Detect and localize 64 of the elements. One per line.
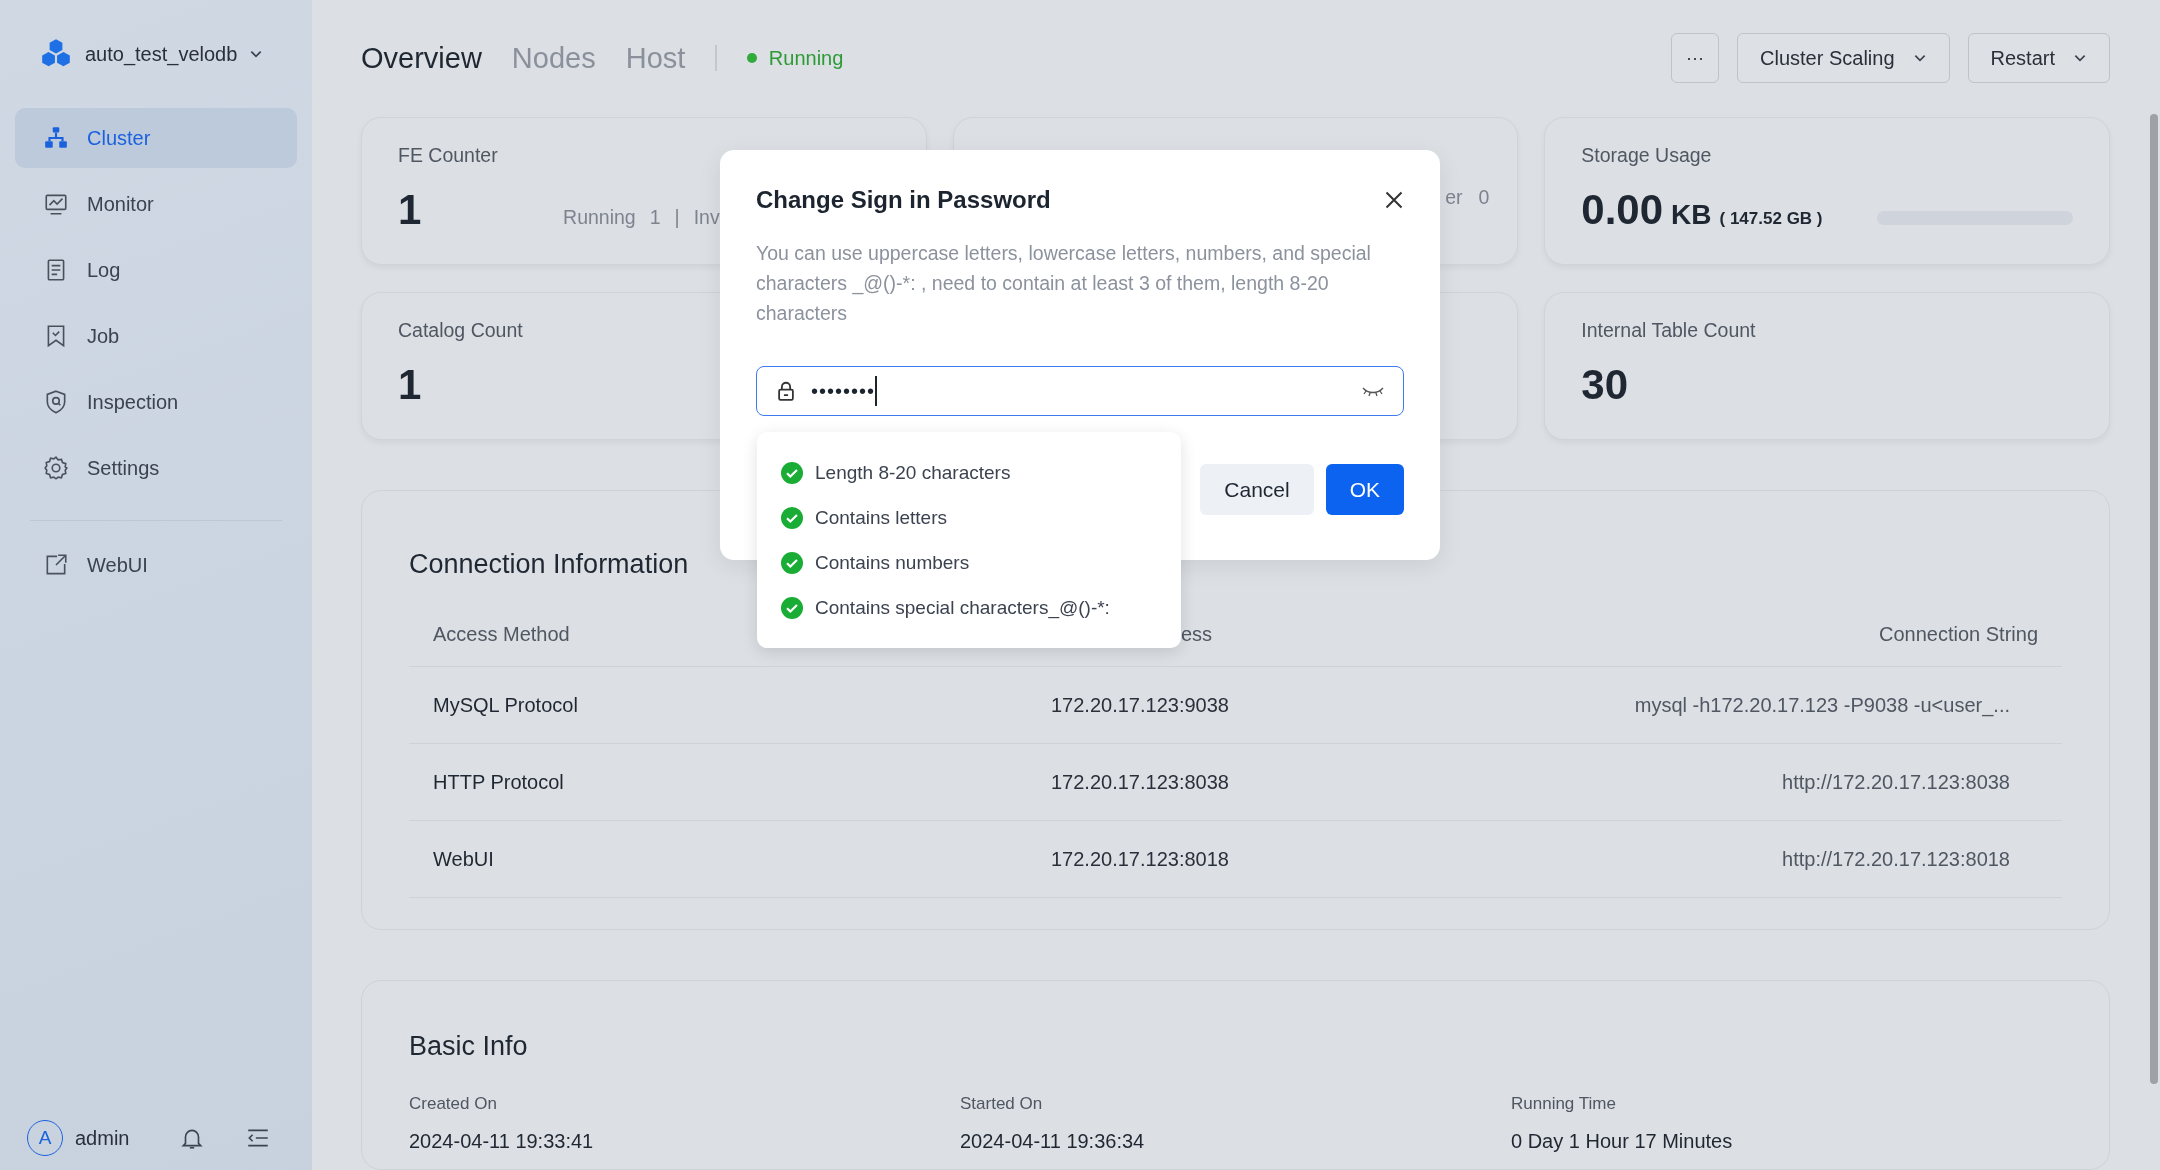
- table-cell-text: WebUI: [433, 847, 495, 871]
- close-icon[interactable]: [1384, 190, 1404, 210]
- dropdown-button[interactable]: Restart: [1967, 33, 2110, 83]
- card-value: 30: [1581, 361, 1629, 409]
- card-label: Internal Table Count: [1581, 319, 1756, 341]
- field-label: Created On: [409, 1094, 498, 1114]
- table-cell-text: mysql -h172.20.17.123 -P9038 -u<user_...: [1633, 693, 2011, 717]
- card-value: 1: [398, 361, 422, 409]
- nav-item[interactable]: Settings: [15, 438, 297, 498]
- card-label: FE Counter: [398, 144, 498, 166]
- sitemap-icon: [43, 125, 69, 151]
- table-cell-text: http://172.20.17.123:8038: [1781, 770, 2011, 794]
- cancel-button[interactable]: Cancel: [1200, 464, 1314, 515]
- scrollbar[interactable]: [2150, 114, 2158, 1084]
- dialog-title: Change Sign in Password: [756, 186, 1051, 214]
- rule-text: Contains special characters_@()-*:: [815, 596, 1110, 619]
- rule-text: Contains numbers: [815, 551, 970, 574]
- column-header: Access Method: [433, 622, 571, 646]
- table-cell-text: 172.20.17.123:8018: [1051, 847, 1230, 871]
- nav-item[interactable]: Log: [15, 240, 297, 300]
- gear-icon: [43, 455, 69, 481]
- dialog-description: You can use uppercase letters, lowercase letters, numbers, and special characters _@()-*: , need to contain at least 3 of them, length 8-20 characters: [756, 241, 1372, 326]
- field-value: 2024-04-11 19:33:41: [409, 1130, 595, 1153]
- nav-item[interactable]: Inspection: [15, 372, 297, 432]
- section-title: Basic Info: [409, 1031, 528, 1062]
- status-label: 0: [1478, 186, 1490, 209]
- card-value: 0.00: [1581, 186, 1664, 234]
- cluster-name[interactable]: auto_test_velodb: [85, 42, 238, 66]
- section-title: Connection Information: [409, 549, 689, 580]
- total-label: ( 147.52 GB ): [1719, 209, 1823, 229]
- field-label: Running Time: [1511, 1094, 1617, 1114]
- field-value: 2024-04-11 19:36:34: [960, 1130, 1146, 1153]
- status-label: er: [1445, 186, 1463, 209]
- table-cell-text: 172.20.17.123:8038: [1051, 770, 1230, 794]
- nav-item[interactable]: Job: [15, 306, 297, 366]
- field-value: 0 Day 1 Hour 17 Minutes: [1511, 1130, 1734, 1153]
- password-field[interactable]: ••••••••: [756, 366, 1404, 416]
- nav-item[interactable]: WebUI: [15, 535, 297, 595]
- status-dot: [746, 53, 757, 63]
- field-label: Started On: [960, 1094, 1044, 1114]
- card-label: Storage Usage: [1581, 144, 1712, 166]
- tab[interactable]: Overview: [361, 41, 482, 75]
- nav-item[interactable]: Monitor: [15, 174, 297, 234]
- status-label: Running: [563, 206, 636, 229]
- status-label: |: [674, 206, 680, 229]
- column-header: ess: [1180, 622, 1214, 646]
- card-value: 1: [398, 186, 422, 234]
- lock-icon: [775, 380, 797, 402]
- status-label: Inv: [693, 206, 720, 229]
- status-text: Running: [768, 46, 844, 70]
- unit-label: KB: [1671, 199, 1712, 231]
- table-cell-text: http://172.20.17.123:8018: [1781, 847, 2011, 871]
- table-cell-text: 172.20.17.123:9038: [1051, 693, 1230, 717]
- user-name[interactable]: admin: [75, 1126, 167, 1150]
- table-cell-text: MySQL Protocol: [433, 693, 579, 717]
- status-label: 1: [649, 206, 661, 229]
- ok-button[interactable]: OK: [1325, 464, 1404, 515]
- more-button[interactable]: ···: [1671, 33, 1719, 83]
- column-header: Connection String: [1878, 622, 2038, 646]
- rule-text: Length 8-20 characters: [815, 461, 1011, 484]
- table-cell-text: HTTP Protocol: [433, 770, 565, 794]
- dropdown-button[interactable]: Cluster Scaling: [1737, 33, 1950, 83]
- card-label: Catalog Count: [398, 319, 523, 341]
- rule-text: Contains letters: [815, 506, 947, 529]
